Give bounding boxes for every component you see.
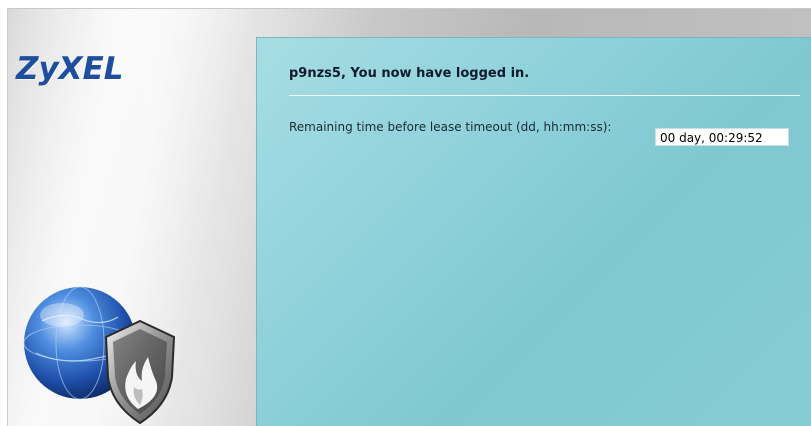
zyxel-logo: ZyXEL [16, 51, 124, 87]
shield-flame-icon [104, 319, 176, 425]
login-status-panel: p9nzs5, You now have logged in. Remainin… [256, 37, 811, 426]
security-emblem [23, 286, 176, 425]
login-status-title: p9nzs5, You now have logged in. [289, 66, 530, 81]
lease-timeout-value: 00 day, 00:29:52 [655, 128, 789, 146]
lease-timeout-label: Remaining time before lease timeout (dd,… [289, 120, 612, 134]
title-divider [289, 95, 800, 96]
login-frame: ZyXEL p9nzs5, You now have logged in. Re… [7, 8, 811, 426]
